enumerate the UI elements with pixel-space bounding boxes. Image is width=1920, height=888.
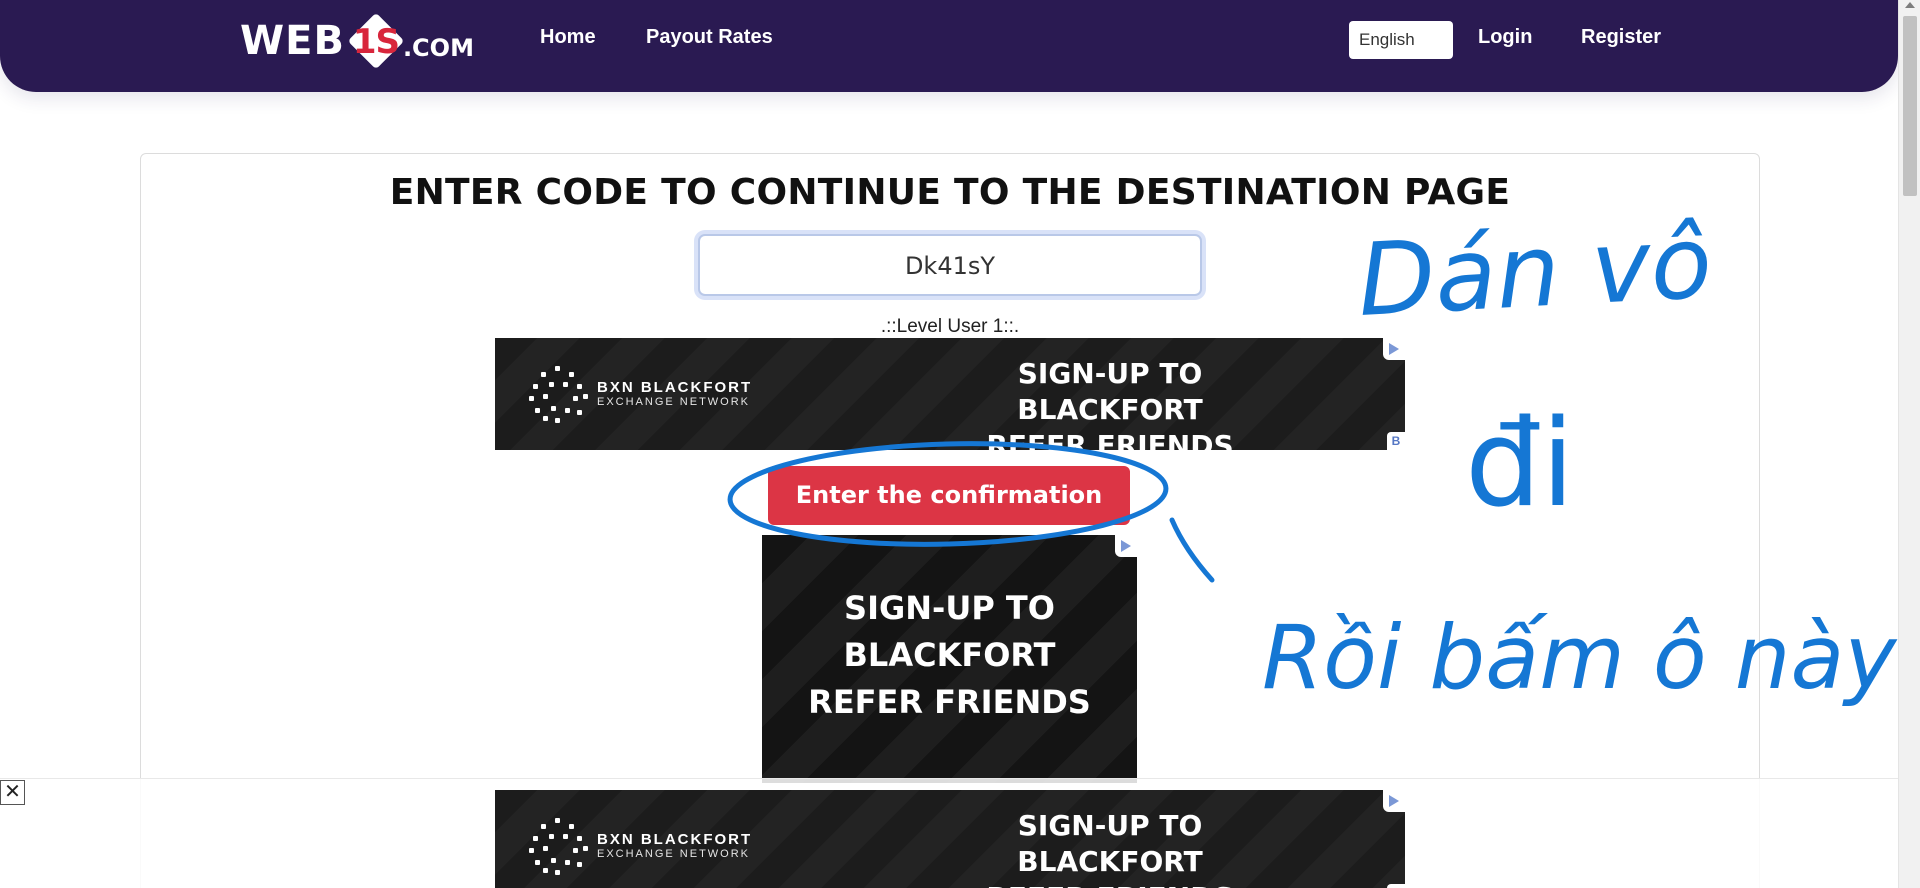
ad-square[interactable]: SIGN-UP TO BLACKFORT REFER FRIENDS — [762, 535, 1137, 783]
page-scrollbar[interactable] — [1898, 0, 1920, 888]
adchoices-play-icon[interactable] — [1115, 535, 1137, 557]
confirm-code-button[interactable]: Enter the confirmation code — [768, 466, 1130, 568]
ad-banner-text: SIGN-UP TO BLACKFORT REFER FRIENDS — [950, 808, 1270, 888]
logo-diamond-icon: 1S — [347, 12, 405, 70]
page-title: ENTER CODE TO CONTINUE TO THE DESTINATIO… — [389, 172, 1511, 213]
ad-square-line3: REFER FRIENDS — [808, 683, 1091, 721]
ad-banner-line1: SIGN-UP TO BLACKFORT — [1017, 809, 1203, 878]
logo-web-text: WEB — [240, 18, 345, 64]
nav-home-link[interactable]: Home — [540, 26, 596, 49]
adchoices-play-icon[interactable] — [1383, 338, 1405, 360]
ad-brand-name: BXN BLACKFORT — [597, 831, 753, 848]
logo-com-text: .COM — [402, 34, 474, 62]
ad-square-line2: BLACKFORT — [843, 636, 1056, 674]
scroll-up-arrow-icon[interactable] — [1905, 2, 1915, 8]
nav-register-link[interactable]: Register — [1581, 26, 1661, 49]
ad-banner-bottom[interactable]: BXN BLACKFORT EXCHANGE NETWORK SIGN-UP T… — [495, 790, 1405, 888]
nav-login-link[interactable]: Login — [1478, 26, 1532, 49]
ad-brand-sub: EXCHANGE NETWORK — [597, 848, 751, 860]
close-ad-icon[interactable]: ✕ — [0, 780, 25, 805]
ad-badge-icon[interactable]: B — [1387, 432, 1405, 450]
top-navbar: WEB 1S .COM Home Payout Rates English Lo… — [0, 0, 1898, 92]
ad-brand-name: BXN BLACKFORT — [597, 379, 753, 396]
language-select[interactable]: English — [1349, 21, 1453, 59]
nav-payout-rates-link[interactable]: Payout Rates — [646, 26, 773, 49]
ad-banner-line1: SIGN-UP TO BLACKFORT — [1017, 357, 1203, 426]
ad-banner-top[interactable]: BXN BLACKFORT EXCHANGE NETWORK SIGN-UP T… — [495, 338, 1405, 450]
logo-number: 1S — [352, 22, 400, 62]
ad-square-text: SIGN-UP TO BLACKFORT REFER FRIENDS — [762, 585, 1137, 726]
scrollbar-thumb[interactable] — [1903, 16, 1917, 196]
level-label: .::Level User 1::. — [880, 316, 1020, 337]
site-logo[interactable]: WEB 1S .COM — [240, 10, 474, 72]
ad-banner-text: SIGN-UP TO BLACKFORT REFER FRIENDS — [950, 356, 1270, 450]
code-input[interactable]: Dk41sY — [698, 234, 1202, 296]
blackfort-logo-icon — [529, 816, 589, 876]
ad-square-line1: SIGN-UP TO — [844, 589, 1055, 627]
blackfort-logo-icon — [529, 364, 589, 424]
ad-badge-icon[interactable]: B — [1387, 884, 1405, 888]
ad-banner-line2: REFER FRIENDS — [950, 880, 1270, 888]
ad-banner-line2: REFER FRIENDS — [986, 429, 1234, 450]
adchoices-play-icon[interactable] — [1383, 790, 1405, 812]
ad-brand-sub: EXCHANGE NETWORK — [597, 396, 751, 408]
